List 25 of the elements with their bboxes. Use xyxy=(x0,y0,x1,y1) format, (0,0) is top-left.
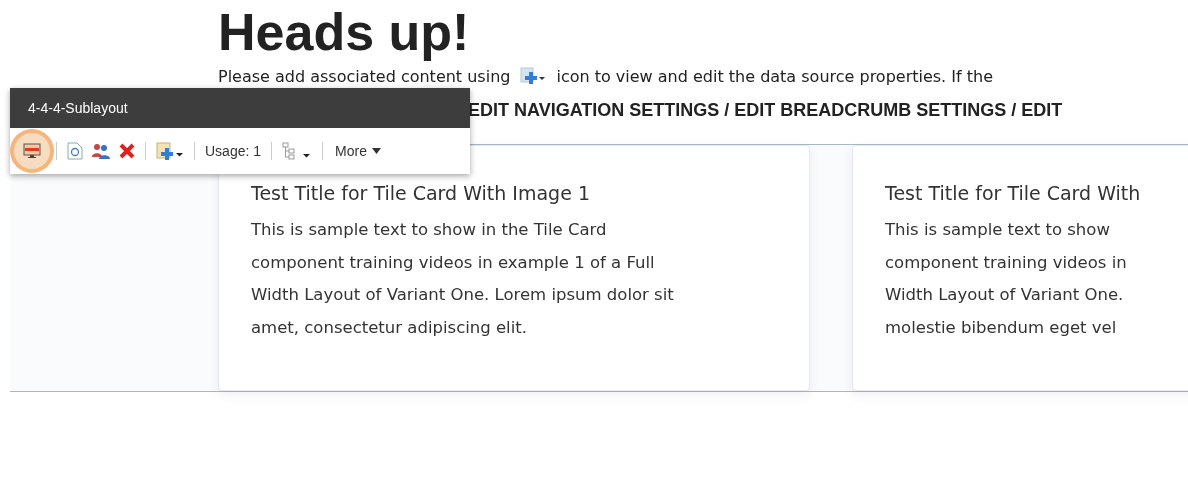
monitor-button[interactable] xyxy=(14,133,50,169)
people-icon xyxy=(91,142,111,160)
caret-icon xyxy=(371,148,381,154)
delete-icon xyxy=(119,143,135,159)
card-text: molestie bibendum eget vel xyxy=(885,316,1118,339)
card-text: component training videos in example 1 of a Full xyxy=(251,251,656,274)
card-title: Test Title for Tile Card With Image 1 xyxy=(251,182,591,204)
add-content-icon xyxy=(520,67,547,85)
monitor-icon xyxy=(23,142,41,160)
notice-text: icon to view and edit the data source properties. If the xyxy=(556,66,993,86)
more-menu-button[interactable]: More xyxy=(329,142,387,160)
card-text: amet, consectetur adipiscing elit. xyxy=(251,316,528,339)
card-text: Width Layout of Variant One. xyxy=(885,284,1125,306)
add-content-icon xyxy=(156,142,184,160)
tree-icon xyxy=(282,142,313,160)
card-text: component training videos in xyxy=(885,251,1128,274)
card-title: Test Title for Tile Card With xyxy=(885,182,1142,204)
usage-count: Usage: 1 xyxy=(204,143,263,159)
document-refresh-icon xyxy=(67,142,83,160)
heading: Heads up! xyxy=(218,2,471,62)
card-text: Width Layout of Variant One. Lorem ipsum dolor sit xyxy=(251,284,675,306)
notice-text: Please add associated content using xyxy=(218,66,511,86)
card-text: This is sample text to show in the Tile Card xyxy=(251,219,608,241)
toolbar-title: 4-4-4-Sublayout xyxy=(10,88,470,128)
card-text: This is sample text to show xyxy=(885,219,1111,241)
